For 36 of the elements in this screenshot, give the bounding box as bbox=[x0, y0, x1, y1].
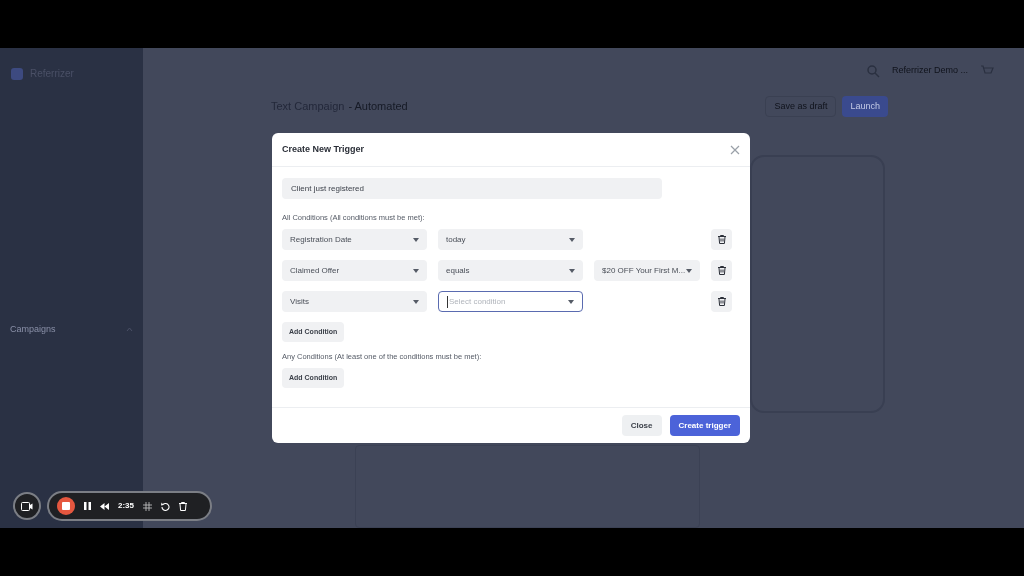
caret-icon bbox=[686, 268, 692, 273]
pause-icon[interactable] bbox=[84, 502, 91, 510]
delete-button[interactable] bbox=[711, 260, 732, 282]
caret-icon bbox=[569, 237, 575, 242]
modal-title: Create New Trigger bbox=[282, 142, 365, 156]
trash-icon bbox=[717, 235, 726, 245]
operator-select[interactable]: equals bbox=[438, 260, 583, 282]
caret-icon bbox=[413, 268, 419, 273]
logo-icon bbox=[10, 66, 24, 81]
stop-button[interactable] bbox=[57, 497, 75, 515]
trash-icon bbox=[717, 297, 726, 307]
rewind-icon[interactable] bbox=[100, 502, 109, 510]
caret-icon bbox=[569, 268, 575, 273]
caret-icon bbox=[568, 299, 574, 304]
field-select[interactable]: Visits bbox=[282, 291, 427, 313]
delete-button[interactable] bbox=[711, 229, 732, 251]
field-select[interactable]: Registration Date bbox=[282, 229, 427, 251]
delete-button[interactable] bbox=[711, 291, 732, 313]
close-button[interactable]: Close bbox=[621, 415, 662, 436]
caret-icon bbox=[413, 237, 419, 242]
grid-icon[interactable] bbox=[143, 501, 152, 511]
value-select[interactable]: $20 OFF Your First M... bbox=[594, 260, 700, 282]
stop-icon bbox=[62, 502, 70, 510]
nav-item[interactable]: Campaigns bbox=[10, 323, 56, 337]
caret-icon bbox=[413, 299, 419, 304]
launch-button[interactable]: Launch bbox=[842, 96, 888, 117]
trash-icon bbox=[717, 266, 726, 276]
trigger-name-field[interactable]: Client just registered bbox=[282, 178, 662, 199]
close-icon[interactable] bbox=[730, 144, 740, 155]
recording-time: 2:35 bbox=[118, 500, 134, 512]
undo-icon[interactable] bbox=[161, 501, 170, 511]
trash-icon[interactable] bbox=[179, 501, 187, 511]
camera-icon bbox=[21, 501, 33, 511]
operator-select[interactable]: today bbox=[438, 229, 583, 251]
create-trigger-button[interactable]: Create trigger bbox=[669, 415, 740, 436]
field-select[interactable]: Claimed Offer bbox=[282, 260, 427, 282]
